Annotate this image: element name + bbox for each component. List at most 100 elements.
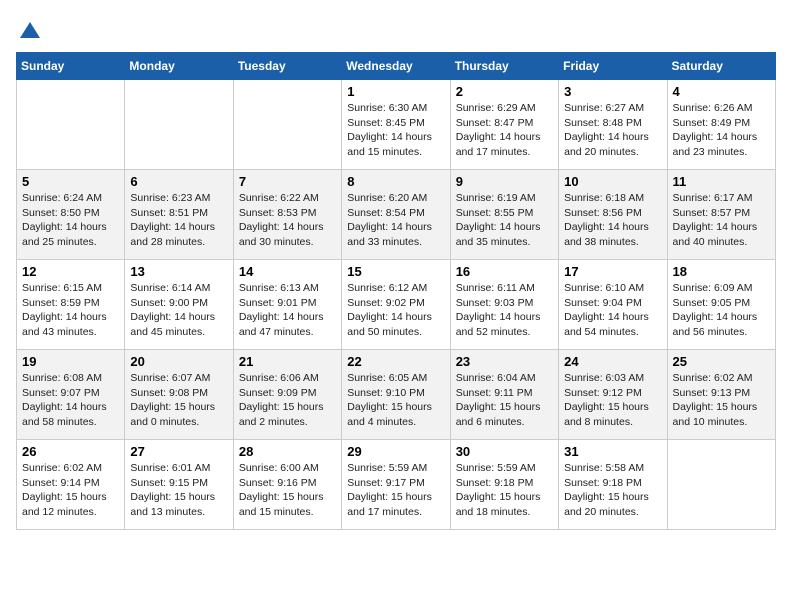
calendar-week-row: 19Sunrise: 6:08 AM Sunset: 9:07 PM Dayli… — [17, 350, 776, 440]
day-number: 9 — [456, 174, 553, 189]
calendar-week-row: 12 Sunrise: 6:15 AM Sunset: 8:59 PM Dayli… — [17, 260, 776, 350]
day-number: 8 — [347, 174, 444, 189]
day-number: 4 — [673, 84, 770, 99]
calendar-cell — [17, 80, 125, 170]
day-info: Sunrise: 6:13 AM Sunset: 9:01 PM Dayligh… — [239, 281, 336, 340]
day-number: 29 — [347, 444, 444, 459]
day-number: 27 — [130, 444, 227, 459]
day-number: 17 — [564, 264, 661, 279]
day-number: 10 — [564, 174, 661, 189]
calendar-cell: 23Sunrise: 6:04 AM Sunset: 9:11 PM Dayli… — [450, 350, 558, 440]
day-number: 26 — [22, 444, 119, 459]
calendar-week-row: 1 Sunrise: 6:30 AM Sunset: 8:45 PM Daylig… — [17, 80, 776, 170]
day-info: Sunrise: 6:22 AM Sunset: 8:53 PM Dayligh… — [239, 191, 336, 250]
day-number: 21 — [239, 354, 336, 369]
calendar-cell: 3 Sunrise: 6:27 AM Sunset: 8:48 PM Daylig… — [559, 80, 667, 170]
day-number: 14 — [239, 264, 336, 279]
day-info: Sunrise: 6:02 AM Sunset: 9:13 PM Dayligh… — [673, 371, 770, 430]
day-number: 22 — [347, 354, 444, 369]
calendar-cell: 9 Sunrise: 6:19 AM Sunset: 8:55 PM Daylig… — [450, 170, 558, 260]
day-number: 2 — [456, 84, 553, 99]
calendar-cell: 17 Sunrise: 6:10 AM Sunset: 9:04 PM Dayli… — [559, 260, 667, 350]
calendar-cell: 18 Sunrise: 6:09 AM Sunset: 9:05 PM Dayli… — [667, 260, 775, 350]
day-number: 18 — [673, 264, 770, 279]
calendar-cell: 28 Sunrise: 6:00 AM Sunset: 9:16 PM Dayli… — [233, 440, 341, 530]
calendar-cell: 21 Sunrise: 6:06 AM Sunset: 9:09 PM Dayli… — [233, 350, 341, 440]
day-number: 30 — [456, 444, 553, 459]
weekday-header-thursday: Thursday — [450, 53, 558, 80]
day-info: Sunrise: 6:01 AM Sunset: 9:15 PM Dayligh… — [130, 461, 227, 520]
logo — [16, 16, 42, 42]
page-header — [16, 16, 776, 42]
day-info: Sunrise: 6:03 AM Sunset: 9:12 PM Dayligh… — [564, 371, 661, 430]
day-number: 25 — [673, 354, 770, 369]
day-info: Sunrise: 6:29 AM Sunset: 8:47 PM Dayligh… — [456, 101, 553, 160]
weekday-header-sunday: Sunday — [17, 53, 125, 80]
day-info: Sunrise: 6:06 AM Sunset: 9:09 PM Dayligh… — [239, 371, 336, 430]
day-info: Sunrise: 6:19 AM Sunset: 8:55 PM Dayligh… — [456, 191, 553, 250]
calendar-cell: 11 Sunrise: 6:17 AM Sunset: 8:57 PM Dayli… — [667, 170, 775, 260]
day-info: Sunrise: 6:26 AM Sunset: 8:49 PM Dayligh… — [673, 101, 770, 160]
calendar-cell: 10 Sunrise: 6:18 AM Sunset: 8:56 PM Dayli… — [559, 170, 667, 260]
calendar-cell: 25 Sunrise: 6:02 AM Sunset: 9:13 PM Dayli… — [667, 350, 775, 440]
calendar-header: SundayMondayTuesdayWednesdayThursdayFrid… — [17, 53, 776, 80]
calendar-cell: 1 Sunrise: 6:30 AM Sunset: 8:45 PM Daylig… — [342, 80, 450, 170]
calendar-cell: 24 Sunrise: 6:03 AM Sunset: 9:12 PM Dayli… — [559, 350, 667, 440]
day-number: 28 — [239, 444, 336, 459]
calendar-cell: 29 Sunrise: 5:59 AM Sunset: 9:17 PM Dayli… — [342, 440, 450, 530]
day-number: 24 — [564, 354, 661, 369]
logo-icon — [18, 18, 42, 42]
day-number: 13 — [130, 264, 227, 279]
day-info: Sunrise: 6:07 AM Sunset: 9:08 PM Dayligh… — [130, 371, 227, 430]
day-info: Sunrise: 6:20 AM Sunset: 8:54 PM Dayligh… — [347, 191, 444, 250]
calendar-cell: 7 Sunrise: 6:22 AM Sunset: 8:53 PM Daylig… — [233, 170, 341, 260]
calendar-cell: 13Sunrise: 6:14 AM Sunset: 9:00 PM Dayli… — [125, 260, 233, 350]
day-info: Sunrise: 6:18 AM Sunset: 8:56 PM Dayligh… — [564, 191, 661, 250]
day-info: Sunrise: 6:10 AM Sunset: 9:04 PM Dayligh… — [564, 281, 661, 340]
day-info: Sunrise: 6:11 AM Sunset: 9:03 PM Dayligh… — [456, 281, 553, 340]
day-info: Sunrise: 6:15 AM Sunset: 8:59 PM Dayligh… — [22, 281, 119, 340]
calendar-week-row: 26 Sunrise: 6:02 AM Sunset: 9:14 PM Dayli… — [17, 440, 776, 530]
day-number: 7 — [239, 174, 336, 189]
day-info: Sunrise: 5:59 AM Sunset: 9:17 PM Dayligh… — [347, 461, 444, 520]
calendar-cell: 8 Sunrise: 6:20 AM Sunset: 8:54 PM Daylig… — [342, 170, 450, 260]
calendar-cell: 4 Sunrise: 6:26 AM Sunset: 8:49 PM Daylig… — [667, 80, 775, 170]
day-info: Sunrise: 6:00 AM Sunset: 9:16 PM Dayligh… — [239, 461, 336, 520]
calendar-cell — [233, 80, 341, 170]
calendar-cell: 22Sunrise: 6:05 AM Sunset: 9:10 PM Dayli… — [342, 350, 450, 440]
day-number: 6 — [130, 174, 227, 189]
calendar-cell: 19Sunrise: 6:08 AM Sunset: 9:07 PM Dayli… — [17, 350, 125, 440]
day-info: Sunrise: 6:24 AM Sunset: 8:50 PM Dayligh… — [22, 191, 119, 250]
day-number: 11 — [673, 174, 770, 189]
day-info: Sunrise: 6:30 AM Sunset: 8:45 PM Dayligh… — [347, 101, 444, 160]
day-number: 3 — [564, 84, 661, 99]
day-info: Sunrise: 5:59 AM Sunset: 9:18 PM Dayligh… — [456, 461, 553, 520]
calendar-cell: 16 Sunrise: 6:11 AM Sunset: 9:03 PM Dayli… — [450, 260, 558, 350]
day-number: 23 — [456, 354, 553, 369]
day-info: Sunrise: 5:58 AM Sunset: 9:18 PM Dayligh… — [564, 461, 661, 520]
weekday-header-friday: Friday — [559, 53, 667, 80]
calendar-cell: 2 Sunrise: 6:29 AM Sunset: 8:47 PM Daylig… — [450, 80, 558, 170]
day-info: Sunrise: 6:02 AM Sunset: 9:14 PM Dayligh… — [22, 461, 119, 520]
day-number: 16 — [456, 264, 553, 279]
calendar-cell: 31 Sunrise: 5:58 AM Sunset: 9:18 PM Dayli… — [559, 440, 667, 530]
calendar-cell: 5Sunrise: 6:24 AM Sunset: 8:50 PM Daylig… — [17, 170, 125, 260]
weekday-header-monday: Monday — [125, 53, 233, 80]
calendar-cell — [125, 80, 233, 170]
calendar-week-row: 5Sunrise: 6:24 AM Sunset: 8:50 PM Daylig… — [17, 170, 776, 260]
calendar-cell: 20Sunrise: 6:07 AM Sunset: 9:08 PM Dayli… — [125, 350, 233, 440]
day-info: Sunrise: 6:09 AM Sunset: 9:05 PM Dayligh… — [673, 281, 770, 340]
day-info: Sunrise: 6:27 AM Sunset: 8:48 PM Dayligh… — [564, 101, 661, 160]
calendar-table: SundayMondayTuesdayWednesdayThursdayFrid… — [16, 52, 776, 530]
day-number: 15 — [347, 264, 444, 279]
calendar-cell: 14 Sunrise: 6:13 AM Sunset: 9:01 PM Dayli… — [233, 260, 341, 350]
day-number: 19 — [22, 354, 119, 369]
calendar-cell: 12 Sunrise: 6:15 AM Sunset: 8:59 PM Dayli… — [17, 260, 125, 350]
day-number: 12 — [22, 264, 119, 279]
calendar-body: 1 Sunrise: 6:30 AM Sunset: 8:45 PM Daylig… — [17, 80, 776, 530]
calendar-cell — [667, 440, 775, 530]
day-number: 31 — [564, 444, 661, 459]
weekday-header-wednesday: Wednesday — [342, 53, 450, 80]
day-number: 1 — [347, 84, 444, 99]
day-info: Sunrise: 6:17 AM Sunset: 8:57 PM Dayligh… — [673, 191, 770, 250]
